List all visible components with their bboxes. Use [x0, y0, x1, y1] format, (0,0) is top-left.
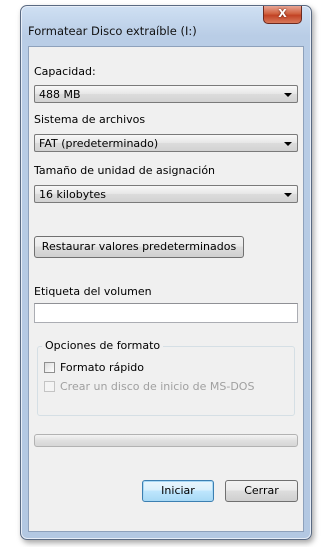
chevron-down-icon [284, 193, 292, 197]
title-bar[interactable]: Formatear Disco extraíble (I:) X [21, 6, 311, 38]
volume-label-label: Etiqueta del volumen [34, 285, 152, 298]
quick-format-label[interactable]: Formato rápido [60, 361, 144, 374]
allocation-label: Tamaño de unidad de asignación [34, 164, 216, 177]
format-dialog-window: Formatear Disco extraíble (I:) X Capacid… [20, 5, 312, 540]
capacity-value: 488 MB [39, 88, 81, 101]
msdos-boot-label: Crear un disco de inicio de MS-DOS [60, 380, 255, 393]
allocation-select[interactable]: 16 kilobytes [34, 185, 298, 203]
quick-format-checkbox[interactable] [44, 362, 55, 373]
window-title: Formatear Disco extraíble (I:) [28, 24, 197, 38]
format-options-group: Opciones de formato Formato rápido Crear… [37, 339, 295, 416]
msdos-boot-checkbox [44, 381, 55, 392]
format-options-title: Opciones de formato [42, 339, 164, 352]
filesystem-value: FAT (predeterminado) [39, 137, 159, 150]
volume-label-input[interactable] [34, 303, 298, 323]
filesystem-label: Sistema de archivos [34, 113, 146, 126]
dialog-client-area: Capacidad: 488 MB Sistema de archivos FA… [28, 46, 304, 532]
restore-defaults-button[interactable]: Restaurar valores predeterminados [34, 236, 244, 258]
filesystem-select[interactable]: FAT (predeterminado) [34, 134, 298, 152]
close-icon: X [278, 7, 287, 20]
chevron-down-icon [284, 142, 292, 146]
capacity-select[interactable]: 488 MB [34, 85, 298, 103]
format-progress-bar [34, 434, 298, 447]
chevron-down-icon [284, 93, 292, 97]
start-button[interactable]: Iniciar [142, 480, 214, 502]
close-button[interactable]: Cerrar [225, 480, 298, 502]
close-window-button[interactable]: X [263, 6, 302, 24]
allocation-value: 16 kilobytes [39, 188, 107, 201]
capacity-label: Capacidad: [34, 65, 96, 78]
